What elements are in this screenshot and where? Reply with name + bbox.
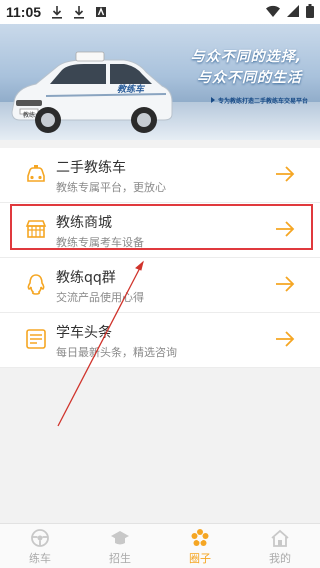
tab-mine[interactable]: 我的 — [240, 524, 320, 568]
banner-subtitle: 专为教练打造二手教练车交易平台 — [210, 96, 308, 105]
download-icon — [52, 6, 63, 19]
menu-item-title: 教练qq群 — [56, 270, 116, 286]
news-icon — [26, 329, 46, 349]
promo-banner[interactable]: 教练车 教练 与众不同的选择, 与众不同的生活 专为教练打造二手教练车交易平台 — [0, 24, 320, 140]
tab-label: 我的 — [269, 552, 291, 565]
menu-item-used-coach-car[interactable]: 二手教练车 教练专属平台，更放心 — [0, 148, 320, 203]
menu-item-title: 二手教练车 — [56, 160, 126, 176]
wifi-icon — [266, 5, 280, 17]
tab-label: 练车 — [29, 552, 51, 565]
car-plate-label: 教练 — [23, 112, 36, 119]
tab-label: 圈子 — [189, 552, 211, 565]
banner-slogan-2: 与众不同的生活 — [197, 70, 302, 86]
menu-item-subtitle: 教练专属平台，更放心 — [56, 181, 166, 194]
graduation-cap-icon — [111, 531, 129, 545]
arrow-right-icon — [276, 221, 295, 237]
battery-icon — [306, 4, 314, 18]
tab-recruit[interactable]: 招生 — [80, 524, 160, 568]
download-icon-2 — [74, 6, 85, 19]
menu-item-driving-headlines[interactable]: 学车头条 每日最新头条，精选咨询 — [0, 313, 320, 368]
banner-slogan-1: 与众不同的选择, — [190, 49, 302, 65]
tab-practice[interactable]: 练车 — [0, 524, 80, 568]
shop-icon — [25, 220, 47, 238]
menu-item-subtitle: 交流产品使用心得 — [56, 291, 144, 304]
car-door-label: 教练车 — [117, 85, 145, 95]
car-icon — [27, 165, 45, 182]
status-time: 11:05 — [6, 4, 42, 20]
menu-item-qq-group[interactable]: 教练qq群 交流产品使用心得 — [0, 258, 320, 313]
bottom-tab-bar: 练车 招生 圈子 我的 — [0, 523, 320, 568]
menu-list: 二手教练车 教练专属平台，更放心 教练商城 教练专属考车设备 教练qq群 交流产… — [0, 148, 320, 368]
tab-circle[interactable]: 圈子 — [160, 524, 240, 568]
tab-label: 招生 — [109, 552, 131, 565]
qq-icon — [27, 274, 45, 295]
arrow-right-icon — [276, 276, 295, 292]
steering-wheel-icon — [31, 529, 49, 547]
arrow-right-icon — [276, 166, 295, 182]
status-bar: 11:05 — [0, 0, 320, 24]
menu-item-coach-mall[interactable]: 教练商城 教练专属考车设备 — [0, 203, 320, 258]
arrow-right-icon — [276, 331, 295, 347]
circle-flower-icon — [191, 529, 209, 546]
menu-item-title: 教练商城 — [56, 215, 112, 231]
coach-car-image — [11, 51, 173, 133]
menu-item-title: 学车头条 — [56, 325, 112, 341]
banner-subtitle-text: 专为教练打造二手教练车交易平台 — [217, 98, 308, 105]
app-notification-icon — [96, 7, 107, 17]
menu-item-subtitle: 教练专属考车设备 — [56, 236, 144, 249]
home-icon — [271, 529, 289, 547]
menu-item-subtitle: 每日最新头条，精选咨询 — [56, 346, 177, 359]
signal-icon — [287, 5, 299, 17]
